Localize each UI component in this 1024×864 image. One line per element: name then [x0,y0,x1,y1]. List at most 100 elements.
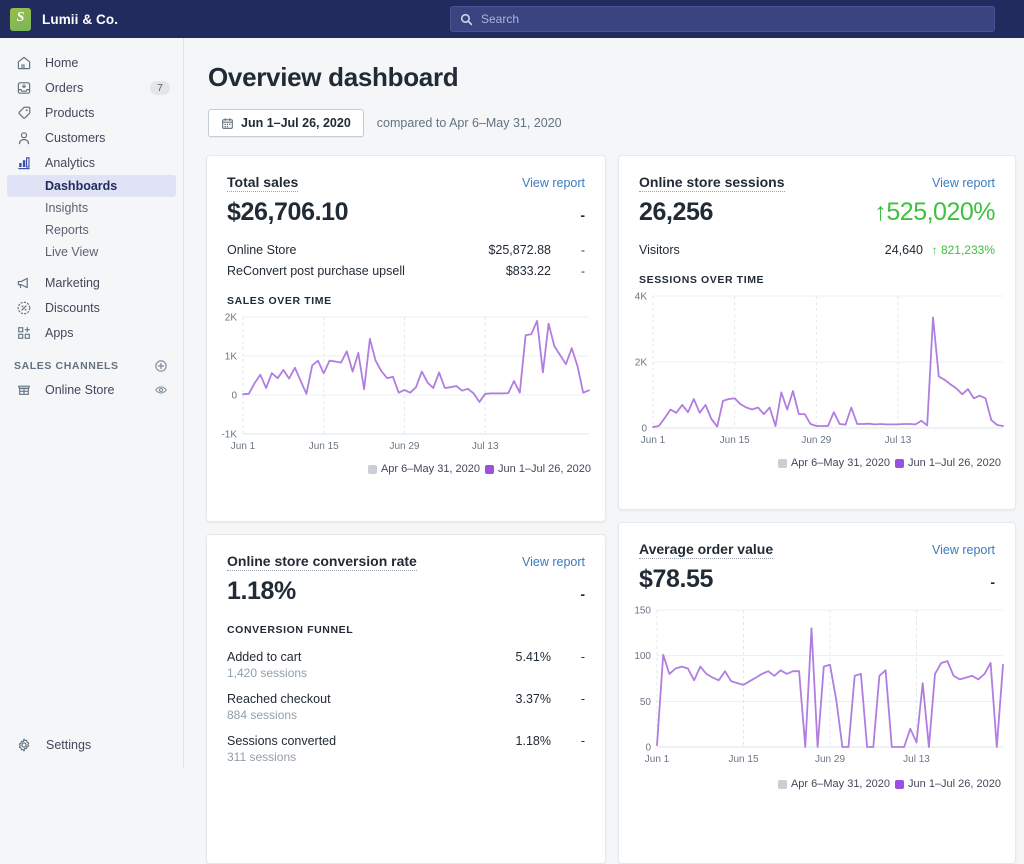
view-report-link[interactable]: View report [932,543,995,557]
legend-swatch-previous [778,780,787,789]
brand[interactable]: Lumii & Co. [0,8,175,31]
sales-channels-title: SALES CHANNELS [14,360,119,372]
sidebar-item-settings[interactable]: Settings [0,732,184,758]
search-icon [451,13,481,26]
legend-swatch-previous [368,465,377,474]
sidebar-item-insights[interactable]: Insights [7,197,176,219]
view-report-link[interactable]: View report [522,176,585,190]
funnel-percent: 3.37% [516,692,551,706]
svg-text:50: 50 [640,697,652,708]
aov-delta: - [990,574,995,590]
chart-section-label: SALES OVER TIME [207,295,605,307]
sidebar-item-apps[interactable]: Apps [7,320,176,345]
sidebar-item-live-view[interactable]: Live View [7,241,176,263]
date-range-label: Jun 1–Jul 26, 2020 [241,116,351,130]
plus-circle-icon[interactable] [154,359,168,373]
sessions-sub-delta: ↑ 821,233% [923,243,995,257]
funnel-delta: - [551,692,585,706]
sessions-over-time-chart: 4K2K0Jun 1Jun 15Jun 29Jul 13 [619,286,1015,455]
svg-text:2K: 2K [225,313,238,324]
sidebar-item-dashboards[interactable]: Dashboards [7,175,176,197]
page-title: Overview dashboard [208,62,1024,93]
sidebar-item-products[interactable]: Products [7,100,176,125]
total-sales-delta: - [580,207,585,223]
sessions-sub-row: Visitors 24,640 ↑ 821,233% [619,239,1015,260]
sidebar-item-marketing[interactable]: Marketing [7,270,176,295]
funnel-sessions: 311 sessions [227,750,336,764]
breakdown-row: ReConvert post purchase upsell $833.22 - [207,260,605,281]
breakdown-name: ReConvert post purchase upsell [227,264,405,278]
funnel-name: Sessions converted [227,734,336,748]
sidebar-item-label: Customers [45,131,105,145]
sessions-chart-svg: 4K2K0Jun 1Jun 15Jun 29Jul 13 [625,290,1007,450]
view-report-link[interactable]: View report [932,176,995,190]
funnel-left: Sessions converted 311 sessions [227,734,336,764]
sidebar-item-label: Discounts [45,301,100,315]
sessions-sub-name: Visitors [639,243,680,257]
orders-icon [14,78,34,98]
sidebar-item-customers[interactable]: Customers [7,125,176,150]
top-bar: Lumii & Co. [0,0,1024,38]
funnel-percent: 1.18% [516,734,551,748]
breakdown-delta: - [551,264,585,278]
sidebar-item-orders[interactable]: Orders 7 [7,75,176,100]
card-header: Online store sessions View report [619,156,1015,192]
svg-text:Jun 29: Jun 29 [389,441,419,452]
orders-badge: 7 [150,81,170,95]
card-primary-row: $26,706.10 - [207,192,605,227]
funnel-delta: - [551,650,585,664]
svg-text:Jul 13: Jul 13 [885,435,912,446]
sidebar-subitem-label: Reports [45,223,89,237]
funnel-name: Added to cart [227,650,307,664]
sidebar-item-home[interactable]: Home [7,50,176,75]
sidebar-subitem-label: Dashboards [45,179,117,193]
analytics-bars-icon [14,153,34,173]
search-bar[interactable] [450,6,995,32]
card-conversion-rate: Online store conversion rate View report… [206,534,606,864]
funnel-section-label: CONVERSION FUNNEL [207,624,605,636]
sidebar-item-reports[interactable]: Reports [7,219,176,241]
view-report-link[interactable]: View report [522,555,585,569]
svg-text:1K: 1K [225,352,238,363]
sidebar-item-label: Online Store [45,383,114,397]
aov-chart-svg: 150100500Jun 1Jun 15Jun 29Jul 13 [625,604,1007,769]
sessions-delta: ↑525,020% [874,198,995,227]
sidebar-item-online-store[interactable]: Online Store [7,377,176,402]
card-primary-row: 26,256 ↑525,020% [619,192,1015,227]
home-icon [14,53,34,73]
svg-text:4K: 4K [635,292,648,303]
funnel-name: Reached checkout [227,692,331,706]
legend-swatch-current [485,465,494,474]
legend-label-previous: Apr 6–May 31, 2020 [791,457,890,469]
sidebar-item-analytics[interactable]: Analytics [7,150,176,175]
svg-text:Jun 29: Jun 29 [815,754,845,765]
sidebar-item-label: Apps [45,326,74,340]
legend-swatch-current [895,780,904,789]
legend-swatch-current [895,459,904,468]
sidebar-item-label: Settings [46,738,91,752]
breakdown-name: Online Store [227,243,296,257]
card-primary-row: 1.18% - [207,571,605,606]
customers-person-icon [14,128,34,148]
calendar-icon [221,117,234,130]
eye-icon[interactable] [154,383,168,397]
sidebar-subitem-label: Insights [45,201,88,215]
marketing-megaphone-icon [14,273,34,293]
sidebar-item-discounts[interactable]: Discounts [7,295,176,320]
sales-over-time-chart: 2K1K0-1KJun 1Jun 15Jun 29Jul 13 [207,307,605,461]
chart-section-label: SESSIONS OVER TIME [619,274,1015,286]
svg-text:Jun 15: Jun 15 [728,754,758,765]
search-input[interactable] [481,7,994,31]
svg-text:2K: 2K [635,358,648,369]
svg-text:150: 150 [634,606,651,617]
sidebar-item-label: Products [45,106,94,120]
card-online-store-sessions: Online store sessions View report 26,256… [618,155,1016,510]
date-range-row: Jun 1–Jul 26, 2020 compared to Apr 6–May… [208,109,1024,137]
legend-label-previous: Apr 6–May 31, 2020 [791,778,890,790]
main-content: Overview dashboard Jun 1–Jul 26, 2020 co… [184,38,1024,768]
funnel-delta: - [551,734,585,748]
svg-text:0: 0 [641,424,647,435]
date-range-picker[interactable]: Jun 1–Jul 26, 2020 [208,109,364,137]
legend-label-current: Jun 1–Jul 26, 2020 [498,463,591,475]
svg-text:Jun 15: Jun 15 [309,441,339,452]
